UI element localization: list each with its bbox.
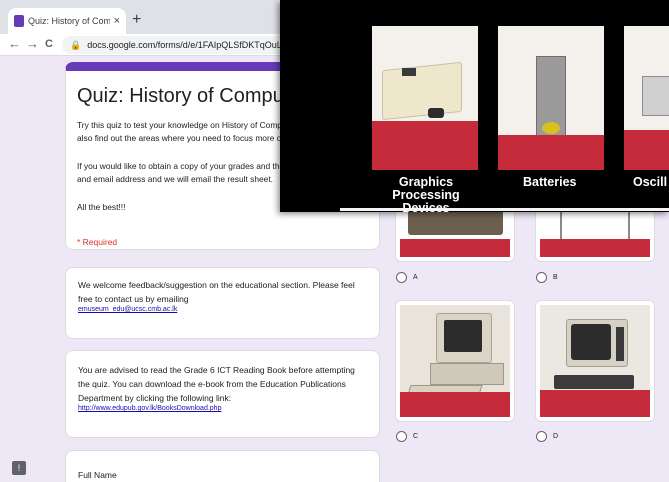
option-b[interactable]: B	[536, 272, 558, 283]
full-name-label: Full Name	[78, 470, 117, 480]
tab-title: Quiz: History of Computing - Go	[28, 16, 110, 26]
overlay-image-graphics	[372, 26, 478, 170]
option-d-radio[interactable]	[536, 431, 547, 442]
option-c-label: C	[413, 433, 419, 440]
overlay-label-batteries: Batteries	[523, 175, 577, 189]
feedback-text: We welcome feedback/suggestion on the ed…	[78, 280, 355, 304]
feedback-section: We welcome feedback/suggestion on the ed…	[65, 267, 380, 339]
overlay-label-graphics: Graphics Processing Devices	[392, 175, 460, 213]
option-d-image	[540, 305, 650, 417]
reload-icon[interactable]: C	[45, 38, 53, 50]
video-overlay: Graphics Processing Devices Batteries Os…	[280, 0, 669, 212]
option-c-radio[interactable]	[396, 431, 407, 442]
ebook-section: You are advised to read the Grade 6 ICT …	[65, 350, 380, 438]
option-a-label: A	[413, 274, 418, 281]
full-name-question: Full Name	[65, 450, 380, 482]
ebook-download-link[interactable]: http://www.edupub.gov.lk/BooksDownload.p…	[78, 405, 367, 412]
required-note: * Required	[77, 237, 118, 247]
back-arrow-icon[interactable]: ←	[8, 36, 21, 51]
option-c[interactable]: C	[396, 431, 418, 442]
feedback-email-link[interactable]: emuseum_edu@ucsc.cmb.ac.lk	[78, 306, 367, 313]
option-d-label: D	[553, 433, 559, 440]
browser-tab[interactable]: Quiz: History of Computing - Go ×	[8, 8, 126, 34]
option-c-image	[400, 305, 510, 417]
overlay-image-batteries	[498, 26, 604, 170]
overlay-progress-bar	[340, 208, 669, 211]
new-tab-button[interactable]: +	[132, 11, 141, 29]
option-c-image-card	[395, 300, 515, 422]
lock-icon: 🔒	[70, 39, 82, 50]
option-d-image-card	[535, 300, 655, 422]
overlay-image-oscilloscope	[624, 26, 669, 170]
option-a[interactable]: A	[396, 272, 418, 283]
option-a-radio[interactable]	[396, 272, 407, 283]
option-b-radio[interactable]	[536, 272, 547, 283]
google-forms-favicon-icon	[14, 15, 24, 27]
tab-close-icon[interactable]: ×	[114, 15, 120, 27]
forward-arrow-icon[interactable]: →	[26, 36, 39, 51]
option-b-label: B	[553, 274, 558, 281]
ebook-text: You are advised to read the Grade 6 ICT …	[78, 365, 355, 403]
feedback-report-icon[interactable]: !	[12, 461, 26, 475]
option-d[interactable]: D	[536, 431, 558, 442]
overlay-label-oscill: Oscill	[633, 175, 668, 189]
